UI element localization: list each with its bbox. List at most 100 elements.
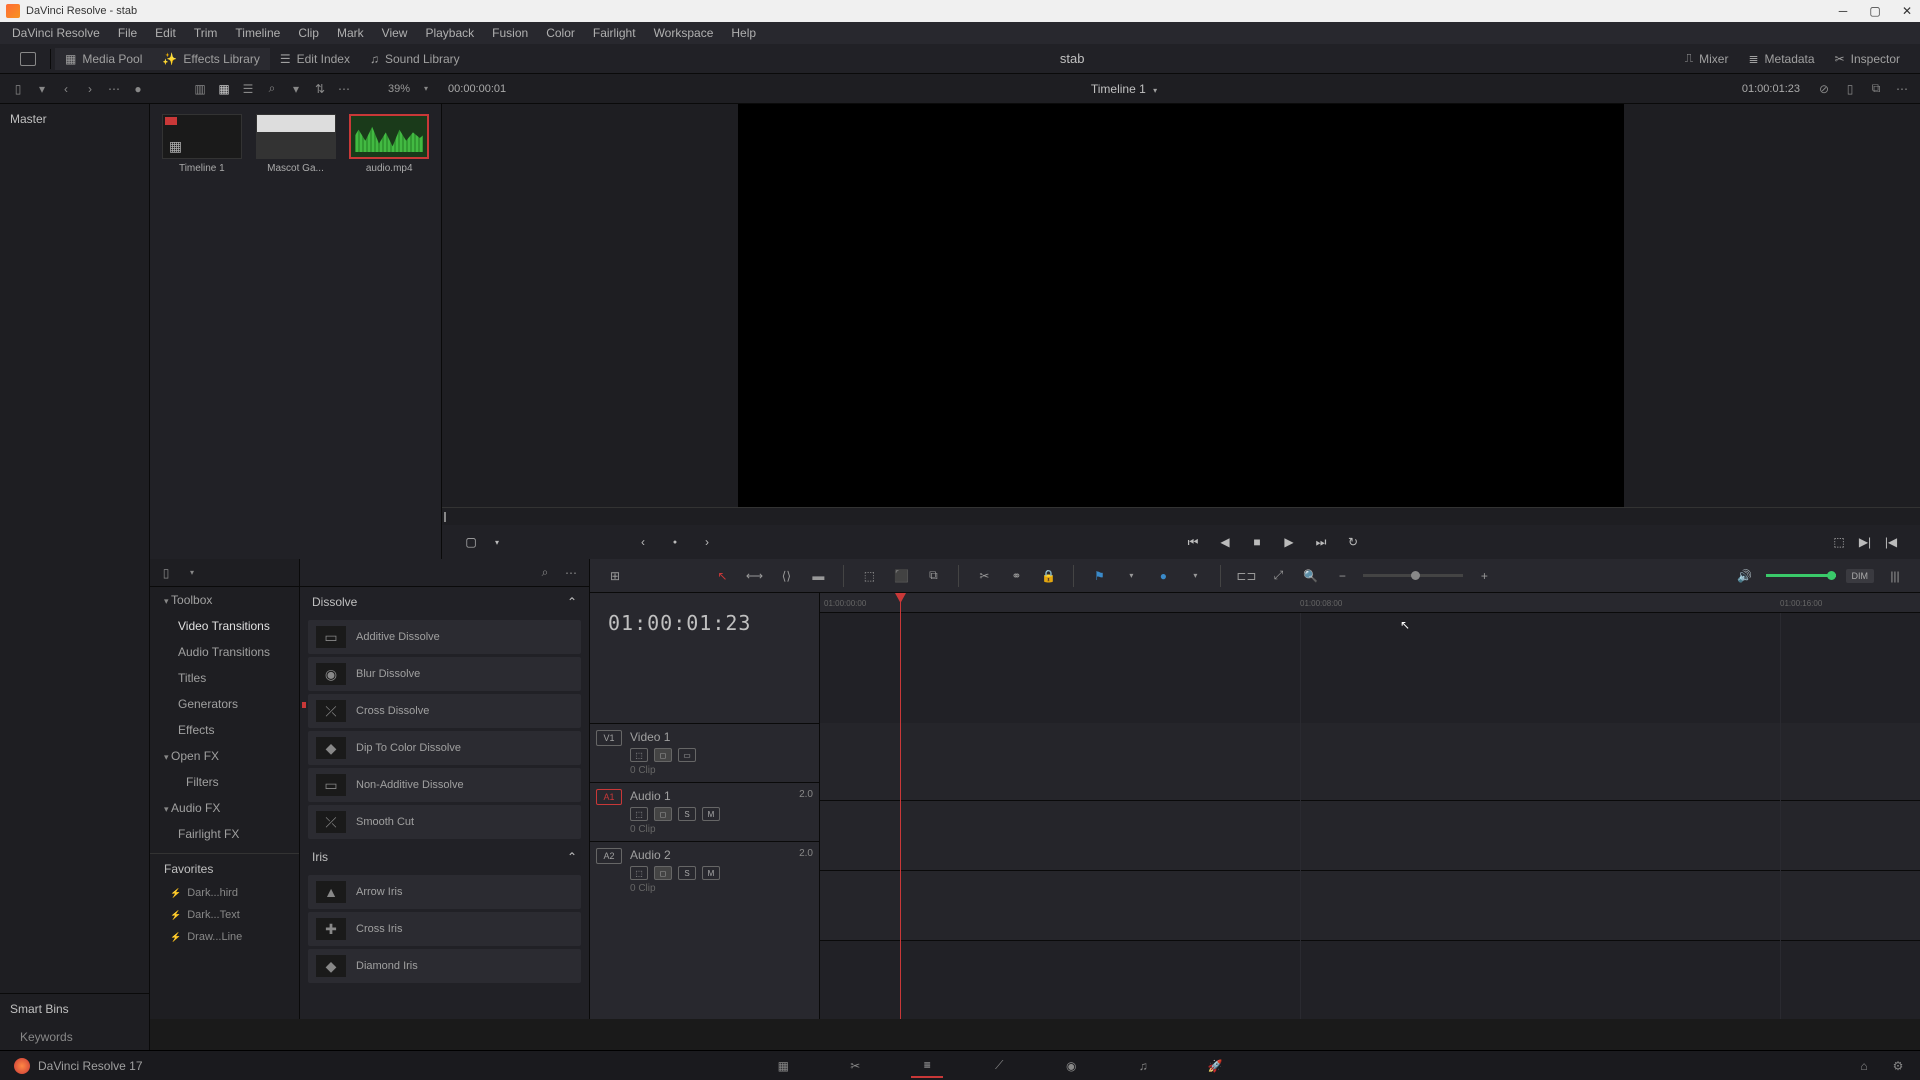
a1-dest-button[interactable]: A1 (596, 789, 622, 805)
match-frame-next-icon[interactable]: › (698, 533, 716, 551)
fx-blur-dissolve[interactable]: ◉Blur Dissolve (308, 657, 581, 691)
maximize-button[interactable]: ▢ (1868, 4, 1882, 18)
blade-edit-icon[interactable]: ✂ (973, 565, 995, 587)
trim-tool-icon[interactable]: ⟷ (743, 565, 765, 587)
viewer-scrubber[interactable] (442, 507, 1920, 525)
iris-group-header[interactable]: Iris⌃ (300, 842, 589, 872)
favorite-item[interactable]: Dark...Text (150, 904, 299, 926)
zoom-in-icon[interactable]: + (1473, 565, 1495, 587)
inspector-button[interactable]: ✂Inspector (1825, 48, 1910, 70)
openfx-category[interactable]: Open FX (150, 743, 299, 769)
transform-icon[interactable]: ▢ (462, 533, 480, 551)
favorite-item[interactable]: Draw...Line (150, 926, 299, 948)
dual-viewer-icon[interactable]: ⧉ (1868, 81, 1884, 97)
dim-button[interactable]: DIM (1846, 569, 1875, 583)
insert-clip-icon[interactable]: ⬚ (858, 565, 880, 587)
fx-non-additive[interactable]: ▭Non-Additive Dissolve (308, 768, 581, 802)
menu-help[interactable]: Help (723, 24, 764, 42)
fx-cross-dissolve[interactable]: ⤫Cross Dissolve (308, 694, 581, 728)
prev-frame-button[interactable]: ◀ (1216, 533, 1234, 551)
clip-timeline1[interactable]: Timeline 1 (160, 114, 244, 549)
menu-dots-icon[interactable]: ⋯ (336, 81, 352, 97)
bypass-icon[interactable]: ⊘ (1816, 81, 1832, 97)
marker-dropdown-icon[interactable]: ▾ (1184, 565, 1206, 587)
menu-mark[interactable]: Mark (329, 24, 372, 42)
nav-prev-icon[interactable]: ‹ (58, 81, 74, 97)
sort-dropdown-icon[interactable]: ▾ (288, 81, 304, 97)
fairlightfx-category[interactable]: Fairlight FX (150, 821, 299, 847)
video-track-lane[interactable] (820, 723, 1920, 801)
goto-in-icon[interactable]: |◀ (1882, 533, 1900, 551)
volume-slider[interactable] (1766, 574, 1836, 577)
overwrite-clip-icon[interactable]: ⬛ (890, 565, 912, 587)
fx-diamond-iris[interactable]: ◆Diamond Iris (308, 949, 581, 983)
metadata-button[interactable]: ≣Metadata (1738, 48, 1824, 70)
playhead[interactable] (900, 593, 901, 1019)
clip-mascot[interactable]: Mascot Ga... (254, 114, 338, 549)
disable-track-icon[interactable]: ▭ (678, 748, 696, 762)
snap-icon[interactable]: ⊏⊐ (1235, 565, 1257, 587)
record-dot-icon[interactable]: ● (130, 81, 146, 97)
zoom-slider[interactable] (1363, 574, 1463, 577)
list-metadata-view-icon[interactable]: ▥ (192, 81, 208, 97)
menu-davinci[interactable]: DaVinci Resolve (4, 24, 108, 42)
fx-panel-icon[interactable]: ▯ (158, 565, 174, 581)
stop-button[interactable]: ■ (1248, 533, 1266, 551)
menu-workspace[interactable]: Workspace (646, 24, 722, 42)
fx-dip-to-color[interactable]: ◆Dip To Color Dissolve (308, 731, 581, 765)
minimize-button[interactable]: ─ (1836, 4, 1850, 18)
auto-select-icon[interactable]: ◻ (654, 748, 672, 762)
menu-view[interactable]: View (374, 24, 416, 42)
auto-select-icon[interactable]: ◻ (654, 807, 672, 821)
menu-file[interactable]: File (110, 24, 145, 42)
track-header-v1[interactable]: V1 Video 1 ⬚ ◻ ▭ 0 Clip (590, 723, 819, 782)
audiofx-category[interactable]: Audio FX (150, 795, 299, 821)
chevron-down-icon[interactable]: ▾ (34, 81, 50, 97)
blade-tool-icon[interactable]: ▬ (807, 565, 829, 587)
solo-button[interactable]: S (678, 807, 696, 821)
play-button[interactable]: ▶ (1280, 533, 1298, 551)
timeline-view-options-icon[interactable]: ⊞ (604, 565, 626, 587)
link-icon[interactable]: ⚭ (1005, 565, 1027, 587)
thumbnail-view-icon[interactable]: ▦ (216, 81, 232, 97)
fx-search-icon[interactable]: ⌕ (537, 565, 553, 581)
source-timecode[interactable]: 00:00:00:01 (442, 81, 512, 97)
sound-library-button[interactable]: ♫Sound Library (360, 48, 470, 70)
fx-smooth-cut[interactable]: ⤫Smooth Cut (308, 805, 581, 839)
audio1-track-lane[interactable] (820, 801, 1920, 871)
dissolve-group-header[interactable]: Dissolve⌃ (300, 587, 589, 617)
mute-button[interactable]: M (702, 866, 720, 880)
fx-additive-dissolve[interactable]: ▭Additive Dissolve (308, 620, 581, 654)
menu-fusion[interactable]: Fusion (484, 24, 536, 42)
mixer-button[interactable]: ⎍Mixer (1675, 47, 1739, 70)
meters-icon[interactable]: ||| (1884, 565, 1906, 587)
marker-icon[interactable]: ● (1152, 565, 1174, 587)
flag-dropdown-icon[interactable]: ▾ (1120, 565, 1142, 587)
filters-category[interactable]: Filters (150, 769, 299, 795)
replace-clip-icon[interactable]: ⧉ (922, 565, 944, 587)
media-pool-button[interactable]: ▦Media Pool (55, 48, 152, 70)
mute-button[interactable]: M (702, 807, 720, 821)
menu-fairlight[interactable]: Fairlight (585, 24, 644, 42)
lock-track-icon[interactable]: ⬚ (630, 866, 648, 880)
zoom-fit-icon[interactable]: ⤢ (1267, 565, 1289, 587)
fullscreen-viewer-button[interactable] (10, 48, 46, 70)
color-page-tab[interactable]: ◉ (1055, 1054, 1087, 1078)
timeline-dropdown-icon[interactable]: ▾ (1153, 86, 1157, 95)
effects-library-button[interactable]: ✨Effects Library (152, 48, 269, 70)
fx-cross-iris[interactable]: ✚Cross Iris (308, 912, 581, 946)
audio2-track-lane[interactable] (820, 871, 1920, 941)
track-header-a2[interactable]: A2 Audio 22.0 ⬚ ◻ S M 0 Clip (590, 841, 819, 900)
timeline-tracks[interactable]: 01:00:00:00 01:00:08:00 01:00:16:00 ↖ (820, 593, 1920, 1019)
volume-icon[interactable]: 🔊 (1734, 565, 1756, 587)
close-button[interactable]: ✕ (1900, 4, 1914, 18)
timeline-ruler[interactable]: 01:00:00:00 01:00:08:00 01:00:16:00 (820, 593, 1920, 613)
sidebar-toggle-icon[interactable]: ▯ (10, 81, 26, 97)
favorite-item[interactable]: Dark...hird (150, 882, 299, 904)
match-frame-dot-icon[interactable]: ● (666, 533, 684, 551)
transform-dropdown-icon[interactable]: ▾ (488, 533, 506, 551)
lock-track-icon[interactable]: ⬚ (630, 807, 648, 821)
clip-audio[interactable]: audio.mp4 (347, 114, 431, 549)
loop-button[interactable]: ↻ (1344, 533, 1362, 551)
menu-edit[interactable]: Edit (147, 24, 184, 42)
